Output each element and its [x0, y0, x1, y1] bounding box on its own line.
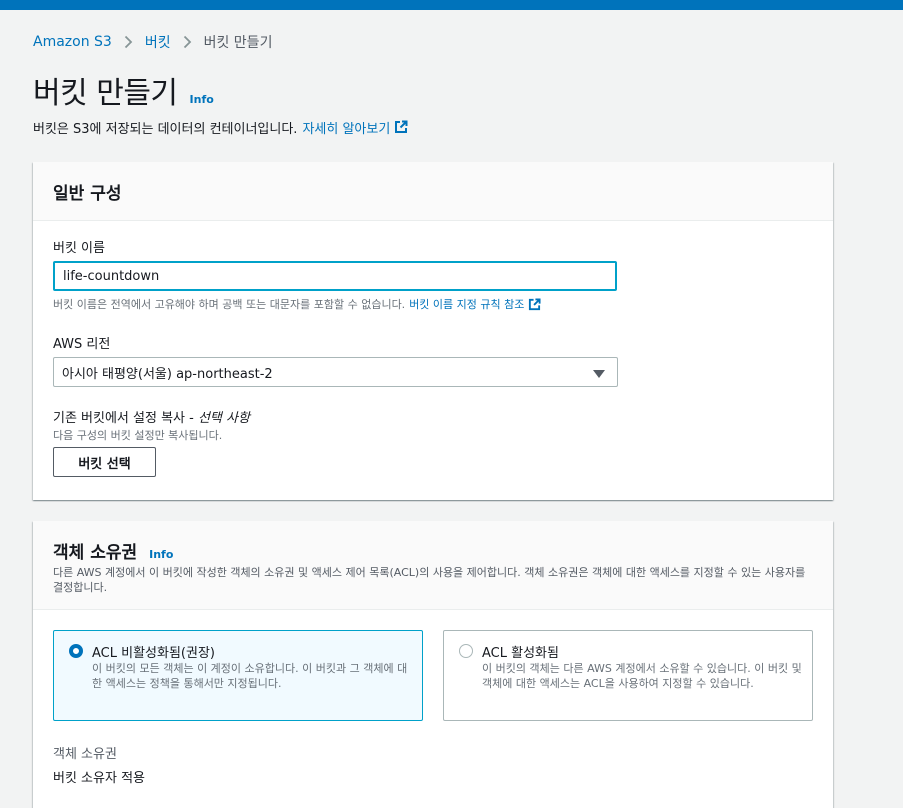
external-link-icon[interactable]: [394, 120, 408, 134]
object-ownership-title-row: 객체 소유권 Info: [53, 538, 173, 563]
page-description: 버킷은 S3에 저장되는 데이터의 컨테이너입니다. 자세히 알아보기: [33, 117, 408, 137]
object-ownership-panel: 객체 소유권 Info 다른 AWS 계정에서 이 버킷에 작성한 객체의 소유…: [33, 521, 833, 808]
copy-settings-hint: 다음 구성의 버킷 설정만 복사됩니다.: [53, 429, 223, 442]
acl-disabled-option[interactable]: ACL 비활성화됨(권장) 이 버킷의 모든 객체는 이 계정이 소유합니다. …: [53, 630, 423, 721]
general-configuration-title: 일반 구성: [53, 184, 122, 204]
bucket-name-hint-text: 버킷 이름은 전역에서 고유해야 하며 공백 또는 대문자를 포함할 수 없습니…: [53, 298, 406, 311]
region-select-value: 아시아 태평양(서울) ap-northeast-2: [62, 366, 273, 382]
radio-selected-icon[interactable]: [69, 644, 83, 658]
acl-enabled-option[interactable]: ACL 활성화됨 이 버킷의 객체는 다른 AWS 계정에서 소유할 수 있습니…: [443, 630, 813, 721]
object-ownership-label: 객체 소유권: [53, 747, 117, 762]
chevron-right-icon: [183, 35, 192, 49]
breadcrumb-item-buckets[interactable]: 버킷: [145, 32, 171, 52]
breadcrumb-item-s3[interactable]: Amazon S3: [33, 34, 112, 50]
breadcrumb-item-current: 버킷 만들기: [203, 35, 273, 51]
page-description-text: 버킷은 S3에 저장되는 데이터의 컨테이너입니다.: [33, 121, 298, 137]
page-info-link[interactable]: Info: [190, 93, 214, 106]
acl-disabled-title: ACL 비활성화됨(권장): [92, 646, 215, 661]
external-link-icon[interactable]: [528, 297, 541, 311]
object-ownership-info-link[interactable]: Info: [149, 548, 173, 561]
copy-settings-label: 기존 버킷에서 설정 복사 - 선택 사항: [53, 407, 250, 426]
chevron-right-icon: [124, 35, 133, 49]
top-bar: [0, 0, 903, 10]
page-title: 버킷 만들기: [33, 76, 178, 111]
bucket-naming-rules-link[interactable]: 버킷 이름 지정 규칙 참조: [409, 296, 524, 312]
object-ownership-value: 버킷 소유자 적용: [53, 771, 145, 786]
bucket-name-hint: 버킷 이름은 전역에서 고유해야 하며 공백 또는 대문자를 포함할 수 없습니…: [53, 296, 541, 312]
general-configuration-panel: 일반 구성 버킷 이름 버킷 이름은 전역에서 고유해야 하며 공백 또는 대문…: [33, 162, 833, 500]
object-ownership-header: 객체 소유권 Info 다른 AWS 계정에서 이 버킷에 작성한 객체의 소유…: [33, 521, 833, 610]
acl-enabled-title: ACL 활성화됨: [482, 646, 559, 661]
region-select[interactable]: 아시아 태평양(서울) ap-northeast-2: [53, 357, 618, 387]
object-ownership-description: 다른 AWS 계정에서 이 버킷에 작성한 객체의 소유권 및 액세스 제어 목…: [53, 566, 806, 594]
acl-disabled-description: 이 버킷의 모든 객체는 이 계정이 소유합니다. 이 버킷과 그 객체에 대한…: [92, 662, 408, 690]
general-configuration-header: 일반 구성: [33, 162, 833, 221]
copy-settings-label-text: 기존 버킷에서 설정 복사 -: [53, 411, 198, 426]
acl-enabled-description: 이 버킷의 객체는 다른 AWS 계정에서 소유할 수 있습니다. 이 버킷 및…: [482, 662, 802, 690]
copy-settings-optional: 선택 사항: [197, 411, 250, 426]
page-header: 버킷 만들기 Info: [33, 74, 214, 114]
region-label: AWS 리전: [53, 337, 111, 352]
learn-more-link[interactable]: 자세히 알아보기: [302, 118, 390, 137]
choose-bucket-button[interactable]: 버킷 선택: [53, 447, 156, 477]
bucket-name-input[interactable]: [53, 261, 617, 291]
caret-down-icon: [593, 368, 605, 383]
breadcrumb: Amazon S3 버킷 버킷 만들기: [33, 32, 272, 52]
radio-unselected-icon[interactable]: [459, 644, 473, 658]
bucket-name-label: 버킷 이름: [53, 241, 105, 256]
object-ownership-title: 객체 소유권: [53, 543, 138, 563]
